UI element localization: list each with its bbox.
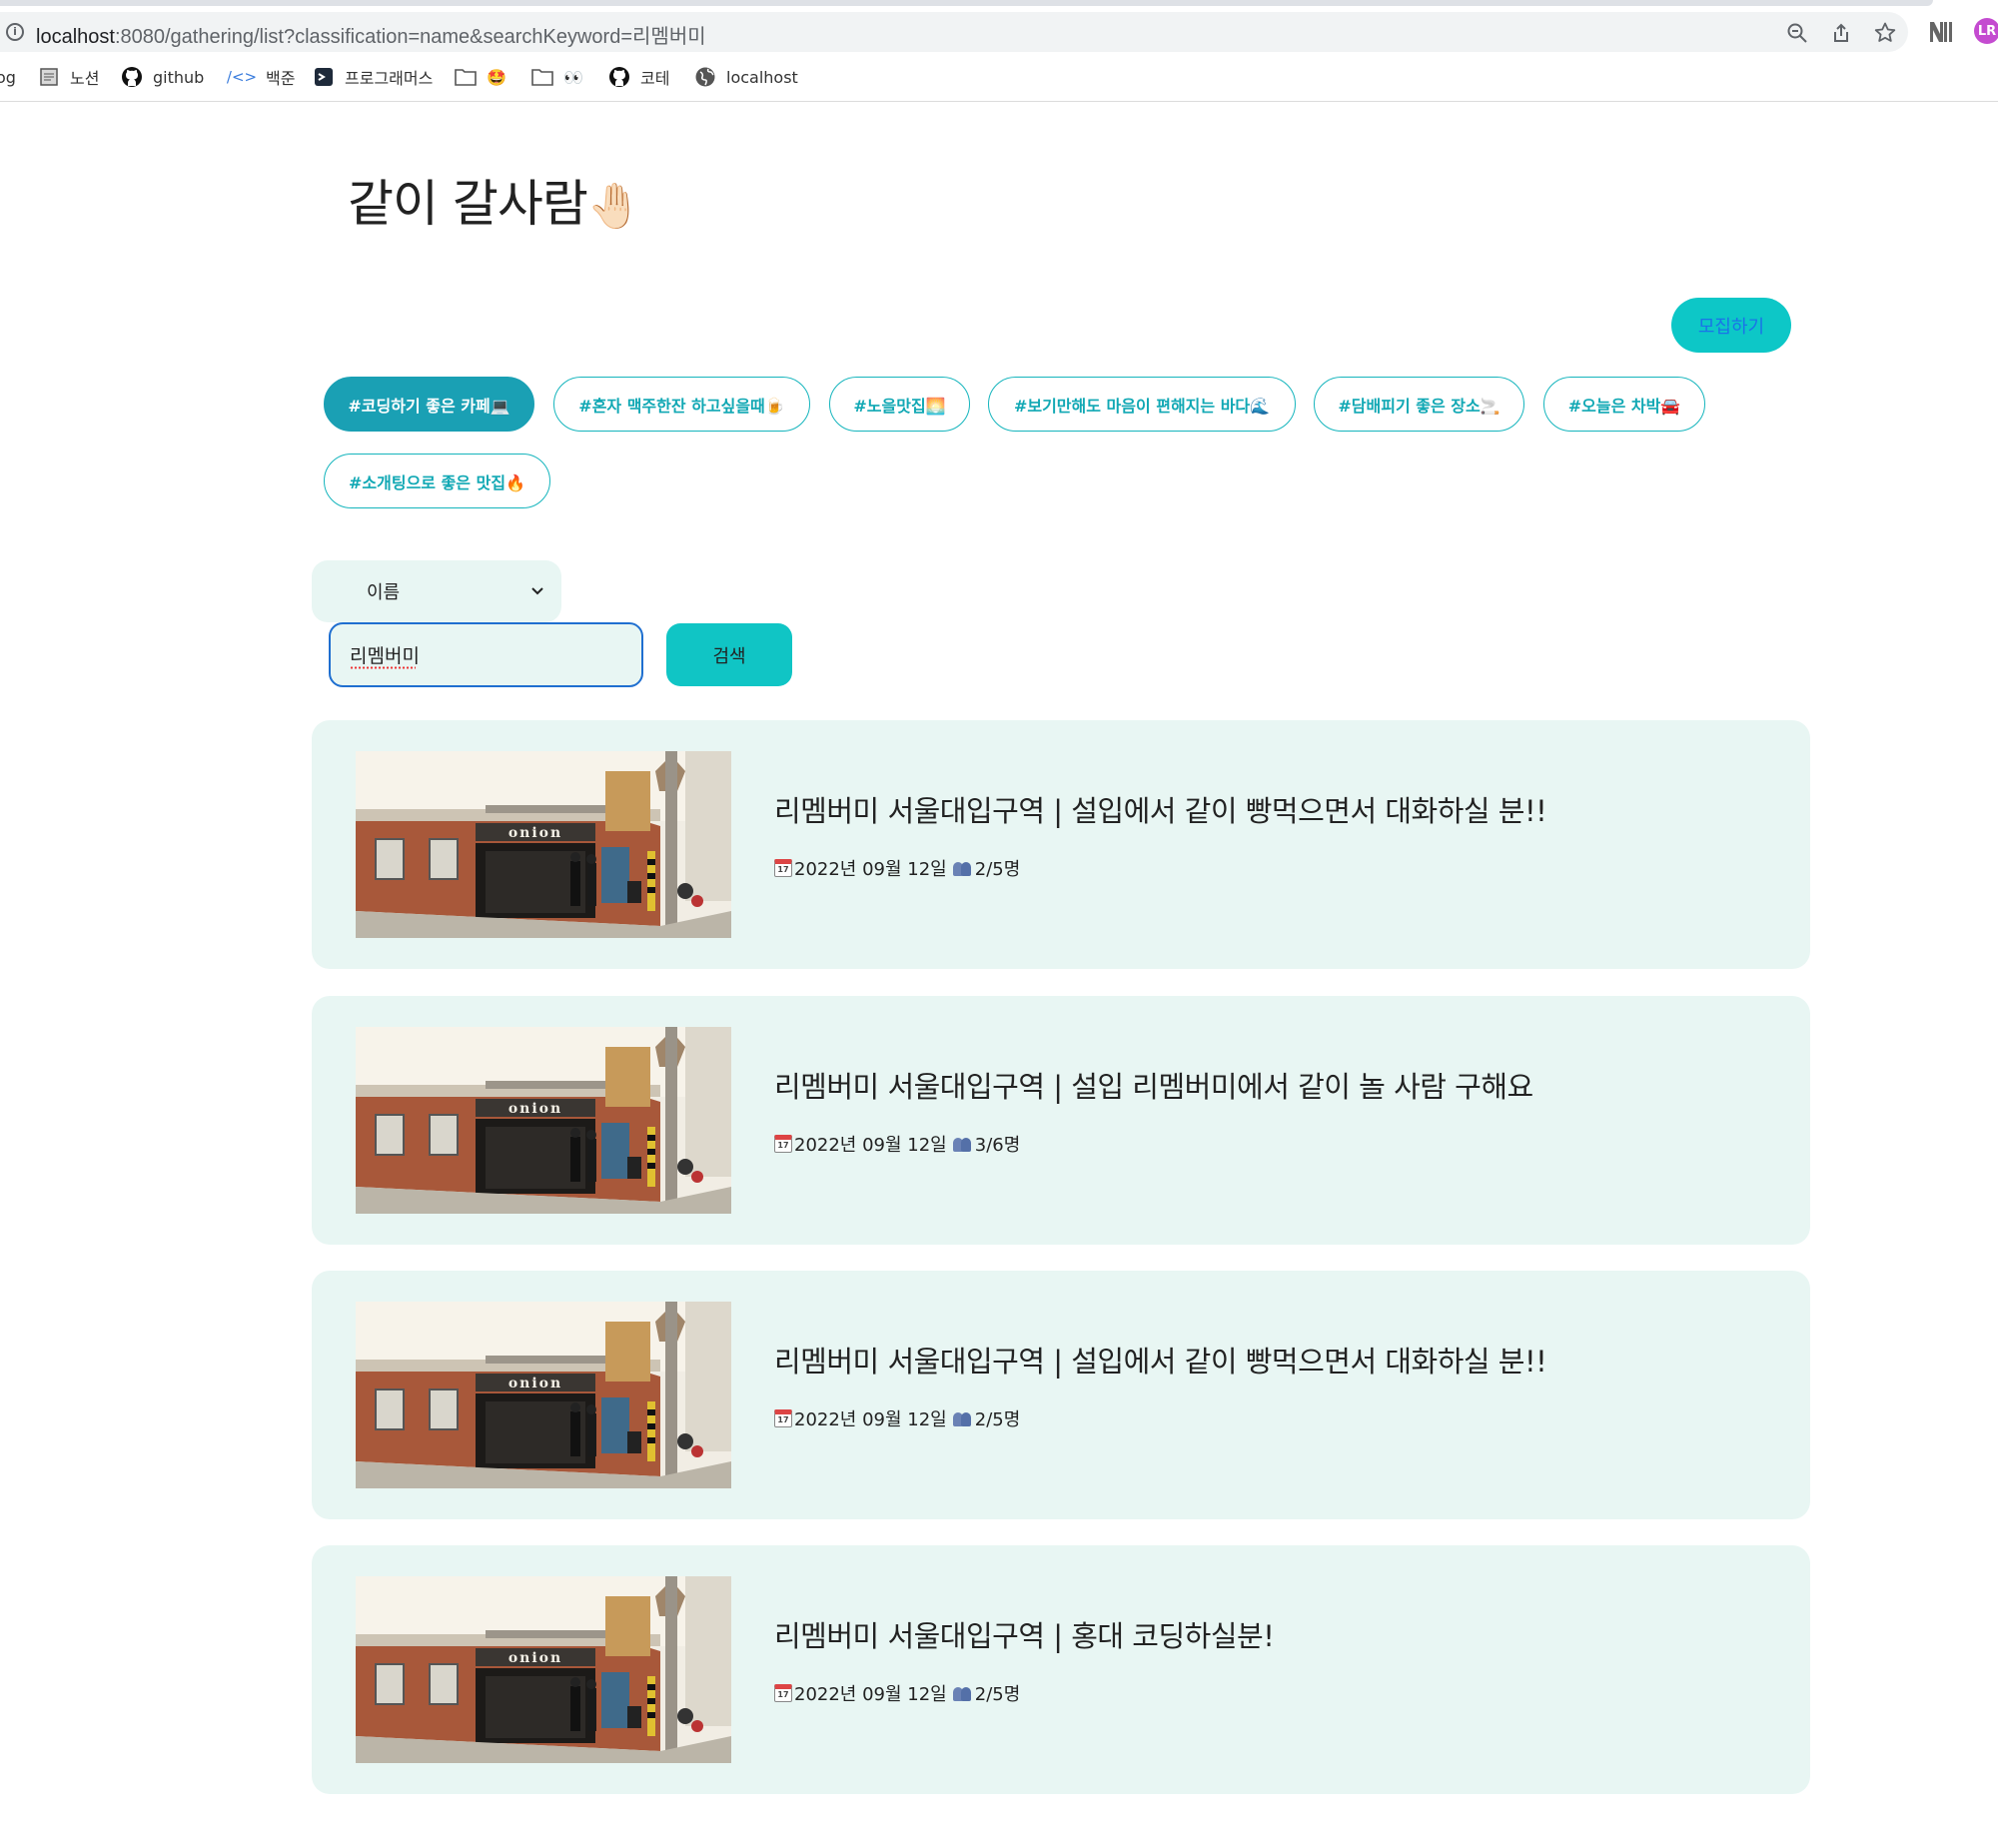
- tab-strip: [0, 0, 1933, 6]
- bookmark-item-notion[interactable]: 노션: [38, 62, 99, 92]
- extension-icon[interactable]: [1928, 18, 1954, 46]
- gathering-date: 2022년 09월 12일: [794, 1409, 947, 1430]
- gathering-meta: 17 2022년 09월 12일 3/6명: [774, 1131, 1020, 1157]
- gathering-date: 2022년 09월 12일: [794, 859, 947, 880]
- shop-sign-text: onion: [508, 825, 562, 841]
- chevron-down-icon: [531, 587, 543, 595]
- tag-coding-cafe[interactable]: #코딩하기 좋은 카페💻: [324, 377, 534, 432]
- gathering-thumbnail[interactable]: onion: [356, 1576, 731, 1763]
- gathering-people: 2/5명: [974, 1684, 1021, 1705]
- gathering-people: 2/5명: [974, 1409, 1021, 1430]
- shop-sign-text: onion: [508, 1101, 562, 1117]
- gathering-title[interactable]: 리멤버미 서울대입구역 | 설입 리멤버미에서 같이 놀 사람 구해요: [774, 1064, 1533, 1106]
- bookmark-folder[interactable]: 👀: [531, 62, 583, 92]
- profile-avatar-icon[interactable]: LR: [1974, 18, 1998, 44]
- calendar-icon: 17: [774, 859, 792, 877]
- url-text[interactable]: localhost:8080/gathering/list?classifica…: [36, 20, 706, 49]
- gathering-title[interactable]: 리멤버미 서울대입구역 | 홍대 코딩하실분!: [774, 1613, 1275, 1655]
- gathering-thumbnail[interactable]: onion: [356, 751, 731, 938]
- tag-sea[interactable]: #보기만해도 마음이 편해지는 바다🌊: [988, 377, 1296, 432]
- github-icon: [121, 66, 143, 88]
- tag-sunset[interactable]: #노을맛집🌅: [829, 377, 970, 432]
- zoom-icon[interactable]: [1784, 20, 1810, 46]
- bookmark-folder[interactable]: 🤩: [455, 62, 506, 92]
- gathering-meta: 17 2022년 09월 12일 2/5명: [774, 1680, 1020, 1706]
- bookmark-item-programmers[interactable]: 프로그래머스: [313, 62, 433, 92]
- gathering-title[interactable]: 리멤버미 서울대입구역 | 설입에서 같이 빵먹으면서 대화하실 분!!: [774, 788, 1547, 830]
- programmers-icon: [313, 66, 335, 88]
- classification-selected-value: 이름: [367, 582, 401, 603]
- shop-sign-text: onion: [508, 1376, 562, 1391]
- bookmark-item[interactable]: og: [0, 62, 16, 92]
- search-button[interactable]: 검색: [666, 623, 792, 686]
- gathering-title[interactable]: 리멤버미 서울대입구역 | 설입에서 같이 빵먹으면서 대화하실 분!!: [774, 1339, 1547, 1381]
- classification-select[interactable]: 이름: [312, 560, 561, 622]
- gathering-card[interactable]: onion 리멤버미 서울대입구역 | 홍대 코딩하실분! 17 2022년 09월…: [312, 1545, 1810, 1794]
- spellcheck-underline: [350, 666, 416, 669]
- people-icon: [952, 860, 973, 876]
- calendar-icon: 17: [774, 1135, 792, 1153]
- bookmark-item-localhost[interactable]: localhost: [694, 62, 798, 92]
- gathering-people: 3/6명: [974, 1135, 1021, 1156]
- code-icon: /<>: [226, 68, 258, 86]
- gathering-card[interactable]: onion 리멤버미 서울대입구역 | 설입에서 같이 빵먹으면서 대화하실 분…: [312, 720, 1810, 969]
- gathering-thumbnail[interactable]: onion: [356, 1302, 731, 1488]
- people-icon: [952, 1410, 973, 1426]
- raised-hand-icon: 🤚🏻: [586, 181, 642, 232]
- bookmark-item-baekjoon[interactable]: /<> 백준: [226, 62, 296, 92]
- gathering-people: 2/5명: [974, 859, 1021, 880]
- gathering-thumbnail[interactable]: onion: [356, 1027, 731, 1214]
- gathering-meta: 17 2022년 09월 12일 2/5명: [774, 1405, 1020, 1431]
- github-icon: [608, 66, 630, 88]
- recruit-button[interactable]: 모집하기: [1671, 298, 1791, 353]
- folder-icon: [531, 66, 553, 88]
- bookmarks-bar: og 노션 github /<> 백준 프로그래머스 🤩 👀 코테 localh…: [0, 62, 1998, 92]
- calendar-icon: 17: [774, 1684, 792, 1702]
- bookmark-item-github[interactable]: github: [121, 62, 204, 92]
- tag-beer[interactable]: #혼자 맥주한잔 하고싶을때🍺: [553, 377, 810, 432]
- people-icon: [952, 1685, 973, 1701]
- calendar-icon: 17: [774, 1409, 792, 1427]
- people-icon: [952, 1136, 973, 1152]
- page-title: 같이 갈사람🤚🏻: [348, 164, 642, 236]
- page-title-text: 같이 갈사람: [348, 175, 588, 233]
- info-icon[interactable]: i: [6, 23, 24, 41]
- bookmark-item-kote[interactable]: 코테: [608, 62, 669, 92]
- url-host: localhost: [36, 26, 115, 48]
- share-icon[interactable]: [1828, 20, 1854, 46]
- tag-blind-date[interactable]: #소개팅으로 좋은 맛집🔥: [324, 454, 550, 508]
- globe-icon: [694, 66, 716, 88]
- bookmark-star-icon[interactable]: [1872, 20, 1898, 46]
- shop-sign-text: onion: [508, 1650, 562, 1666]
- tag-car-camping[interactable]: #오늘은 차박🚘: [1543, 377, 1705, 432]
- gathering-card[interactable]: onion 리멤버미 서울대입구역 | 설입에서 같이 빵먹으면서 대화하실 분…: [312, 1271, 1810, 1519]
- browser-chrome: i localhost:8080/gathering/list?classifi…: [0, 0, 1998, 102]
- gathering-date: 2022년 09월 12일: [794, 1135, 947, 1156]
- folder-icon: [455, 66, 477, 88]
- address-bar[interactable]: i localhost:8080/gathering/list?classifi…: [0, 12, 1908, 52]
- url-path: :8080/gathering/list?classification=name…: [114, 26, 706, 48]
- notion-icon: [38, 66, 60, 88]
- gathering-date: 2022년 09월 12일: [794, 1684, 947, 1705]
- gathering-card[interactable]: onion 리멤버미 서울대입구역 | 설입 리멤버미에서 같이 놀 사람 구해…: [312, 996, 1810, 1245]
- search-input[interactable]: [329, 622, 643, 687]
- tag-smoking-spot[interactable]: #담배피기 좋은 장소🚬: [1314, 377, 1524, 432]
- gathering-meta: 17 2022년 09월 12일 2/5명: [774, 855, 1020, 881]
